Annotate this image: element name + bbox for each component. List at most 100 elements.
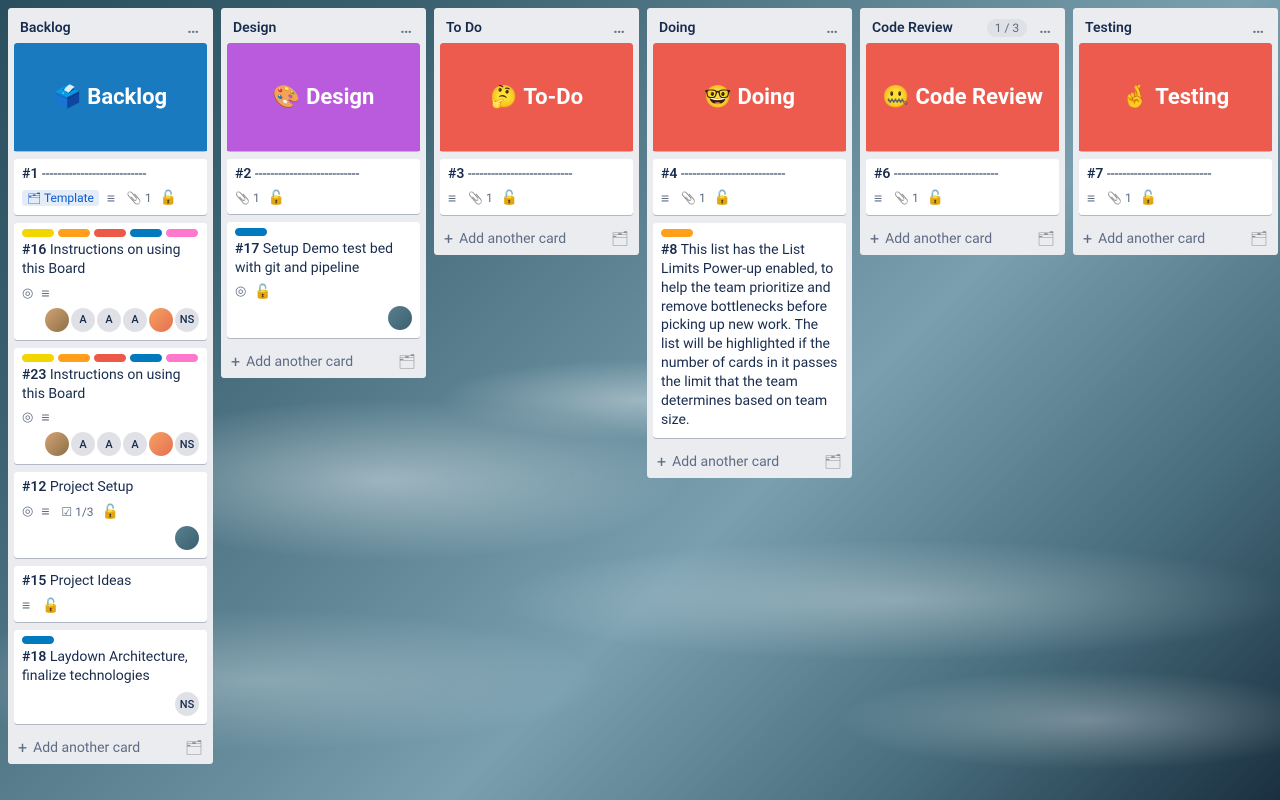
card-members: AAANS [22, 308, 199, 332]
label[interactable] [22, 636, 54, 644]
list-menu-button[interactable]: … [1033, 16, 1057, 39]
template-badge: 🗂Template [22, 190, 99, 206]
label[interactable] [235, 228, 267, 236]
card[interactable]: #23 Instructions on using this BoardAAAN… [14, 348, 207, 465]
create-from-template-icon[interactable]: 🗂 [1037, 231, 1055, 247]
create-from-template-icon[interactable]: 🗂 [611, 231, 629, 247]
avatar[interactable] [175, 526, 199, 550]
card[interactable]: #8 This list has the List Limits Power-u… [653, 223, 846, 438]
list-title[interactable]: Code Review [872, 20, 981, 36]
hero-card[interactable]: 🤞Testing [1079, 43, 1272, 151]
avatar[interactable]: A [97, 432, 121, 456]
add-card-button[interactable]: +Add another card🗂 [860, 223, 1065, 255]
avatar[interactable]: A [97, 308, 121, 332]
card-text: --------------------------- [251, 166, 359, 182]
create-from-template-icon[interactable]: 🗂 [398, 354, 416, 370]
card-title: #12 Project Setup [22, 478, 199, 497]
hero-card[interactable]: 🤓Doing [653, 43, 846, 151]
label[interactable] [94, 354, 126, 362]
checklist-badge: 1/3 [61, 505, 93, 519]
cards-container: 🤓Doing #4 ---------------------------1🔓 #8… [647, 43, 852, 446]
card-number: #2 [235, 166, 251, 182]
add-card-left: +Add another card [444, 231, 566, 247]
avatar[interactable] [45, 432, 69, 456]
avatar[interactable]: NS [175, 432, 199, 456]
list-title[interactable]: Testing [1085, 20, 1240, 36]
hero-card[interactable]: 🤐Code Review [866, 43, 1059, 151]
unlock-icon: 🔓 [42, 598, 59, 614]
create-from-template-icon[interactable]: 🗂 [1250, 231, 1268, 247]
label[interactable] [94, 229, 126, 237]
list-header: Code Review1 / 3… [860, 8, 1065, 43]
list-menu-button[interactable]: … [1246, 16, 1270, 39]
list-menu-button[interactable]: … [820, 16, 844, 39]
card[interactable]: #1 ---------------------------🗂Template1… [14, 159, 207, 215]
add-card-button[interactable]: +Add another card 🗂 [434, 223, 639, 255]
avatar[interactable] [149, 432, 173, 456]
avatar[interactable]: NS [175, 308, 199, 332]
label[interactable] [58, 229, 90, 237]
label[interactable] [130, 354, 162, 362]
avatar[interactable]: A [71, 308, 95, 332]
label[interactable] [130, 229, 162, 237]
hero-card[interactable]: 🗳️Backlog [14, 43, 207, 151]
add-card-button[interactable]: +Add another card🗂 [8, 732, 213, 764]
label[interactable] [166, 229, 198, 237]
description-icon [41, 503, 53, 520]
card[interactable]: #4 ---------------------------1🔓 [653, 159, 846, 215]
card-number: #6 [874, 166, 890, 182]
card[interactable]: #15 Project Ideas🔓 [14, 566, 207, 622]
hero-cover: 🤓Doing [653, 43, 846, 151]
card-text: Instructions on using this Board [22, 242, 181, 277]
hero-card[interactable]: 🎨Design [227, 43, 420, 151]
label[interactable] [58, 354, 90, 362]
card[interactable]: #12 Project Setup 1/3 🔓 [14, 472, 207, 558]
card-body: #8 This list has the List Limits Power-u… [653, 223, 846, 438]
card-labels [22, 229, 199, 237]
card-members: AAANS [22, 432, 199, 456]
plus-icon: + [657, 454, 666, 470]
avatar[interactable]: NS [175, 692, 199, 716]
list-menu-button[interactable]: … [394, 16, 418, 39]
label[interactable] [22, 229, 54, 237]
list-title[interactable]: Design [233, 20, 388, 36]
avatar[interactable]: A [123, 308, 147, 332]
avatar[interactable] [45, 308, 69, 332]
list-menu-button[interactable]: … [607, 16, 631, 39]
card[interactable]: #6 ---------------------------1🔓 [866, 159, 1059, 215]
label[interactable] [661, 229, 693, 237]
label[interactable] [22, 354, 54, 362]
card-body: #18 Laydown Architecture, finalize techn… [14, 630, 207, 724]
list-title[interactable]: Backlog [20, 20, 175, 36]
card-body: #2 ---------------------------1🔓 [227, 159, 420, 214]
add-card-button[interactable]: +Add another card🗂 [1073, 223, 1278, 255]
hero-emoji: 🗳️ [54, 85, 81, 110]
plus-icon: + [18, 740, 27, 756]
card[interactable]: #17 Setup Demo test bed with git and pip… [227, 222, 420, 338]
card[interactable]: #2 ---------------------------1🔓 [227, 159, 420, 214]
description-icon [41, 285, 53, 302]
hero-card[interactable]: 🤔To-Do [440, 43, 633, 151]
add-card-button[interactable]: +Add another card🗂 [221, 346, 426, 378]
list-menu-button[interactable]: … [181, 16, 205, 39]
card[interactable]: #18 Laydown Architecture, finalize techn… [14, 630, 207, 724]
card[interactable]: #7 ---------------------------1🔓 [1079, 159, 1272, 215]
avatar[interactable] [388, 306, 412, 330]
card[interactable]: #16 Instructions on using this BoardAAAN… [14, 223, 207, 340]
label[interactable] [166, 354, 198, 362]
avatar[interactable]: A [123, 432, 147, 456]
list-title[interactable]: Doing [659, 20, 814, 36]
create-from-template-icon[interactable]: 🗂 [824, 454, 842, 470]
unlock-icon: 🔓 [102, 504, 119, 520]
card-title: #23 Instructions on using this Board [22, 366, 199, 404]
list-header: Doing … [647, 8, 852, 43]
hero-emoji: 🤞 [1122, 85, 1149, 110]
avatar[interactable] [149, 308, 173, 332]
list-title[interactable]: To Do [446, 20, 601, 36]
avatar[interactable]: A [71, 432, 95, 456]
create-from-template-icon[interactable]: 🗂 [185, 740, 203, 756]
add-card-button[interactable]: +Add another card🗂 [647, 446, 852, 478]
card[interactable]: #3 ---------------------------1🔓 [440, 159, 633, 215]
unlock-icon: 🔓 [501, 190, 518, 206]
list-header: Backlog … [8, 8, 213, 43]
